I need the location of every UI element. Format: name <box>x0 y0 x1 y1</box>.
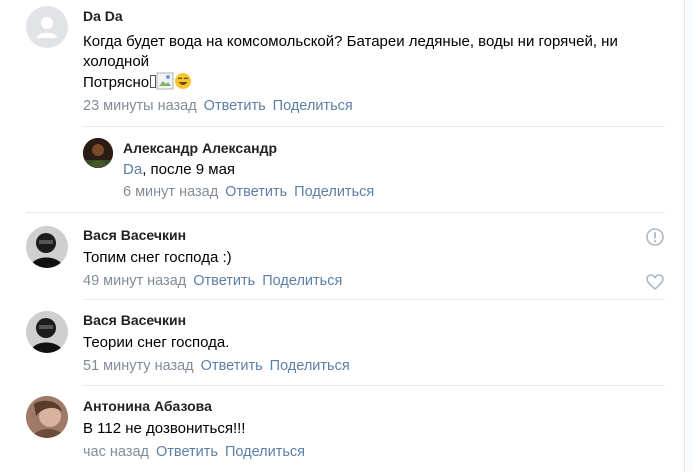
divider <box>83 126 665 127</box>
like-heart-icon[interactable] <box>645 272 665 292</box>
comment-meta: 23 минуты назад Ответить Поделиться <box>83 98 353 114</box>
reply-link[interactable]: Ответить <box>225 184 287 200</box>
reply-link[interactable]: Ответить <box>156 444 218 460</box>
avatar-photo-icon <box>26 396 68 438</box>
scrollbar-track[interactable] <box>684 0 693 472</box>
comment-meta: 49 минут назад Ответить Поделиться <box>83 273 342 289</box>
user-icon <box>37 17 57 38</box>
comment-author[interactable]: Вася Васечкин <box>83 227 186 243</box>
comment-author[interactable]: Александр Александр <box>123 140 277 156</box>
reply-link[interactable]: Ответить <box>193 273 255 289</box>
divider <box>26 212 665 213</box>
avatar[interactable] <box>26 311 68 353</box>
comment-text-line2: Потрясно <box>83 72 192 93</box>
share-link[interactable]: Поделиться <box>262 273 342 289</box>
comment-timestamp[interactable]: час назад <box>83 444 149 460</box>
avatar[interactable] <box>83 138 113 168</box>
comment-author[interactable]: Антонина Абазова <box>83 398 212 414</box>
avatar-photo-icon <box>83 138 113 168</box>
share-link[interactable]: Поделиться <box>273 98 353 114</box>
avatar-placeholder[interactable] <box>26 6 68 48</box>
comment-author[interactable]: Вася Васечкин <box>83 312 186 328</box>
comment-text-part: Потрясно <box>83 74 150 91</box>
comment-text-part: , после 9 мая <box>142 161 236 178</box>
comment-timestamp[interactable]: 23 минуты назад <box>83 98 197 114</box>
comment-timestamp[interactable]: 51 минуту назад <box>83 358 194 374</box>
share-link[interactable]: Поделиться <box>270 358 350 374</box>
avatar[interactable] <box>26 226 68 268</box>
mention-link[interactable]: Da <box>123 161 142 178</box>
share-link[interactable]: Поделиться <box>294 184 374 200</box>
comment-text: Теории снег господа. <box>83 334 230 351</box>
comment-meta: час назад Ответить Поделиться <box>83 444 305 460</box>
share-link[interactable]: Поделиться <box>225 444 305 460</box>
comment-text: Топим снег господа :) <box>83 249 232 266</box>
comment-timestamp[interactable]: 6 минут назад <box>123 184 218 200</box>
report-icon[interactable] <box>645 227 665 247</box>
comment-meta: 6 минут назад Ответить Поделиться <box>123 184 374 200</box>
avatar[interactable] <box>26 396 68 438</box>
reply-link[interactable]: Ответить <box>201 358 263 374</box>
avatar-photo-icon <box>26 311 68 353</box>
comment-meta: 51 минуту назад Ответить Поделиться <box>83 358 350 374</box>
divider <box>83 385 665 386</box>
comment-text: Da, после 9 мая <box>123 160 235 180</box>
comment-author[interactable]: Da Da <box>83 8 123 24</box>
avatar-photo-icon <box>26 226 68 268</box>
broken-image-icon <box>156 72 174 90</box>
reply-link[interactable]: Ответить <box>204 98 266 114</box>
comment-text: Когда будет вода на комсомольской? Батар… <box>83 33 618 70</box>
laughing-emoji-icon <box>174 72 192 90</box>
comment-text: В 112 не дозвониться!!! <box>83 420 246 437</box>
comment-timestamp[interactable]: 49 минут назад <box>83 273 186 289</box>
divider <box>83 299 665 300</box>
